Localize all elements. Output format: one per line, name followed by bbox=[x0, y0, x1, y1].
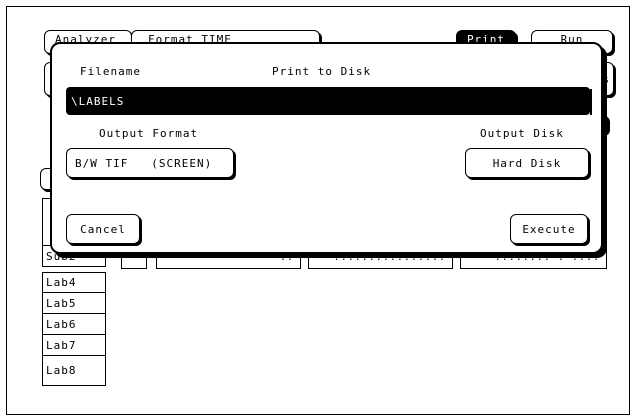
print-to-disk-dialog: Filename Print to Disk \LABELS Output Fo… bbox=[50, 42, 603, 254]
label-row-text: Lab4 bbox=[46, 276, 77, 289]
cancel-button-label: Cancel bbox=[80, 222, 126, 236]
label-row-lab5[interactable]: Lab5 bbox=[42, 293, 106, 314]
label-row-text: Lab6 bbox=[46, 317, 77, 331]
cancel-button[interactable]: Cancel bbox=[66, 214, 140, 244]
filename-input[interactable]: \LABELS bbox=[66, 87, 592, 115]
execute-button-label: Execute bbox=[522, 222, 576, 236]
output-format-button[interactable]: B/W TIF (SCREEN) bbox=[66, 148, 234, 178]
output-format-value: B/W TIF (SCREEN) bbox=[75, 156, 213, 170]
label-row-text: Lab7 bbox=[46, 338, 77, 352]
label-row-lab4[interactable]: Lab4 bbox=[42, 272, 106, 293]
output-disk-button[interactable]: Hard Disk bbox=[465, 148, 589, 178]
filename-input-value: \LABELS bbox=[71, 94, 125, 108]
covered-right-button-label: s bbox=[602, 72, 610, 86]
label-row-text: Lab5 bbox=[46, 296, 77, 310]
filename-label: Filename bbox=[80, 65, 141, 78]
label-row-lab6[interactable]: Lab6 bbox=[42, 314, 106, 335]
output-disk-label: Output Disk bbox=[480, 127, 564, 140]
execute-button[interactable]: Execute bbox=[510, 214, 588, 244]
label-row-text: Lab8 bbox=[46, 364, 77, 377]
label-row-lab7[interactable]: Lab7 bbox=[42, 335, 106, 356]
dialog-title: Print to Disk bbox=[272, 65, 372, 78]
label-row-lab8[interactable]: Lab8 bbox=[42, 356, 106, 386]
output-disk-value: Hard Disk bbox=[492, 156, 562, 170]
output-format-label: Output Format bbox=[99, 127, 199, 140]
